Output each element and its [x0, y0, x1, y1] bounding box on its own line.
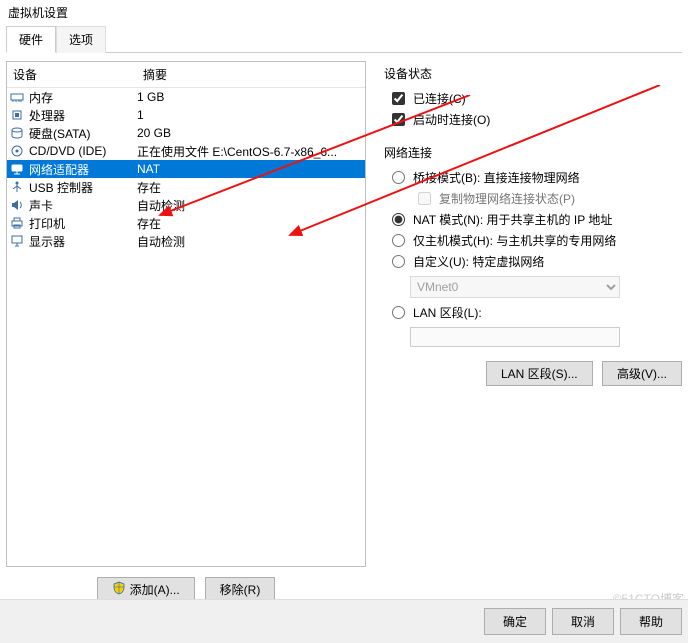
custom-label: 自定义(U): 特定虚拟网络: [413, 253, 544, 270]
device-summary: NAT: [137, 162, 363, 176]
device-row-display[interactable]: 显示器自动检测: [7, 232, 365, 250]
vmnet-select: VMnet0: [410, 276, 620, 298]
device-list-header: 设备 摘要: [7, 62, 365, 88]
column-header-summary[interactable]: 摘要: [137, 62, 365, 87]
nat-radio-row[interactable]: NAT 模式(N): 用于共享主机的 IP 地址: [384, 209, 682, 230]
vmnet-combo-wrap: VMnet0: [410, 276, 682, 298]
nat-radio[interactable]: [392, 213, 405, 226]
custom-radio-row[interactable]: 自定义(U): 特定虚拟网络: [384, 251, 682, 272]
hostonly-radio[interactable]: [392, 234, 405, 247]
right-pane: 设备状态 已连接(C) 启动时连接(O) 网络连接 桥接模式(B): 直接连接物…: [376, 61, 682, 608]
replicate-checkbox-row: 复制物理网络连接状态(P): [410, 188, 682, 209]
device-summary: 1 GB: [137, 90, 363, 104]
add-button-label: 添加(A)...: [130, 581, 180, 598]
hostonly-radio-row[interactable]: 仅主机模式(H): 与主机共享的专用网络: [384, 230, 682, 251]
tab-hardware[interactable]: 硬件: [6, 26, 56, 53]
device-name: 网络适配器: [29, 161, 137, 178]
device-summary: 自动检测: [137, 233, 363, 250]
connect-poweron-checkbox-row[interactable]: 启动时连接(O): [384, 109, 682, 130]
device-row-sound[interactable]: 声卡自动检测: [7, 196, 365, 214]
device-summary: 存在: [137, 215, 363, 232]
shield-icon: [112, 581, 126, 598]
device-summary: 1: [137, 108, 363, 122]
device-row-cpu[interactable]: 处理器1: [7, 106, 365, 124]
device-state-group: 设备状态 已连接(C) 启动时连接(O): [384, 65, 682, 130]
device-name: 显示器: [29, 233, 137, 250]
lan-segment-input: [410, 327, 620, 347]
window-title: 虚拟机设置: [0, 0, 688, 23]
ok-button[interactable]: 确定: [484, 608, 546, 635]
tab-bar: 硬件 选项: [6, 25, 682, 53]
lan-segments-button[interactable]: LAN 区段(S)...: [486, 361, 593, 386]
device-name: 内存: [29, 89, 137, 106]
device-name: 打印机: [29, 215, 137, 232]
help-button[interactable]: 帮助: [620, 608, 682, 635]
device-name: 处理器: [29, 107, 137, 124]
nat-label: NAT 模式(N): 用于共享主机的 IP 地址: [413, 211, 612, 228]
device-summary: 正在使用文件 E:\CentOS-6.7-x86_6...: [137, 143, 363, 160]
bridged-radio[interactable]: [392, 171, 405, 184]
sound-icon: [9, 197, 25, 213]
right-button-row: LAN 区段(S)... 高级(V)...: [384, 361, 682, 386]
hostonly-label: 仅主机模式(H): 与主机共享的专用网络: [413, 232, 616, 249]
connected-label: 已连接(C): [413, 90, 466, 107]
device-summary: 20 GB: [137, 126, 363, 140]
lan-radio[interactable]: [392, 306, 405, 319]
network-connection-group: 网络连接 桥接模式(B): 直接连接物理网络 复制物理网络连接状态(P) NAT…: [384, 144, 682, 347]
device-name: 声卡: [29, 197, 137, 214]
advanced-button[interactable]: 高级(V)...: [602, 361, 682, 386]
device-name: USB 控制器: [29, 179, 137, 196]
network-connection-title: 网络连接: [384, 144, 682, 161]
device-row-memory[interactable]: 内存1 GB: [7, 88, 365, 106]
connect-poweron-checkbox[interactable]: [392, 113, 405, 126]
content-area: 设备 摘要 内存1 GB处理器1硬盘(SATA)20 GBCD/DVD (IDE…: [0, 53, 688, 608]
device-row-disk[interactable]: 硬盘(SATA)20 GB: [7, 124, 365, 142]
usb-icon: [9, 179, 25, 195]
footer: 确定 取消 帮助: [0, 599, 688, 643]
device-name: 硬盘(SATA): [29, 125, 137, 142]
connect-poweron-label: 启动时连接(O): [413, 111, 490, 128]
cpu-icon: [9, 107, 25, 123]
device-name: CD/DVD (IDE): [29, 144, 137, 158]
printer-icon: [9, 215, 25, 231]
cd-icon: [9, 143, 25, 159]
connected-checkbox[interactable]: [392, 92, 405, 105]
device-summary: 自动检测: [137, 197, 363, 214]
custom-radio[interactable]: [392, 255, 405, 268]
memory-icon: [9, 89, 25, 105]
cancel-button[interactable]: 取消: [552, 608, 614, 635]
device-row-usb[interactable]: USB 控制器存在: [7, 178, 365, 196]
tab-options[interactable]: 选项: [56, 26, 106, 53]
device-row-printer[interactable]: 打印机存在: [7, 214, 365, 232]
net-icon: [9, 161, 25, 177]
lan-label: LAN 区段(L):: [413, 304, 482, 321]
device-state-title: 设备状态: [384, 65, 682, 82]
device-row-net[interactable]: 网络适配器NAT: [7, 160, 365, 178]
replicate-label: 复制物理网络连接状态(P): [439, 190, 575, 207]
left-pane: 设备 摘要 内存1 GB处理器1硬盘(SATA)20 GBCD/DVD (IDE…: [6, 61, 366, 608]
disk-icon: [9, 125, 25, 141]
device-list: 设备 摘要 内存1 GB处理器1硬盘(SATA)20 GBCD/DVD (IDE…: [6, 61, 366, 567]
bridged-label: 桥接模式(B): 直接连接物理网络: [413, 169, 580, 186]
replicate-checkbox: [418, 192, 431, 205]
display-icon: [9, 233, 25, 249]
column-header-device[interactable]: 设备: [7, 62, 137, 87]
device-summary: 存在: [137, 179, 363, 196]
connected-checkbox-row[interactable]: 已连接(C): [384, 88, 682, 109]
lan-input-wrap: [410, 327, 682, 347]
lan-radio-row[interactable]: LAN 区段(L):: [384, 302, 682, 323]
device-row-cd[interactable]: CD/DVD (IDE)正在使用文件 E:\CentOS-6.7-x86_6..…: [7, 142, 365, 160]
bridged-radio-row[interactable]: 桥接模式(B): 直接连接物理网络: [384, 167, 682, 188]
